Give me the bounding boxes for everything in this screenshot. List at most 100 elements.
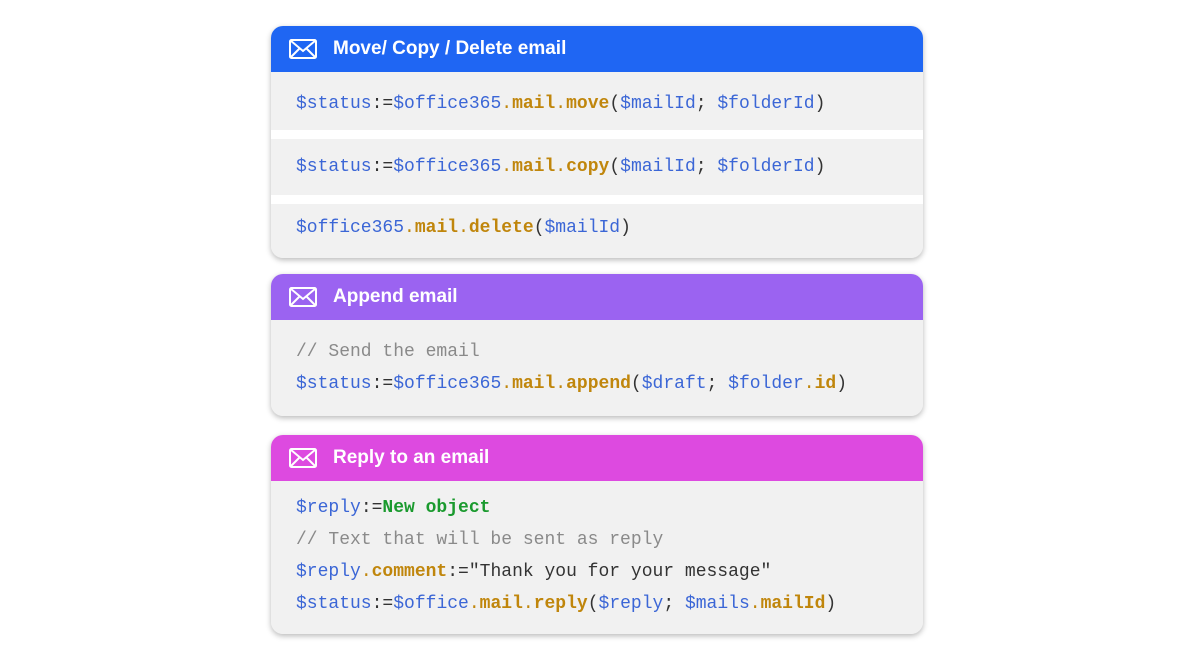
code-token: delete <box>468 218 534 238</box>
code-line: $status:=$office.mail.reply($reply; $mai… <box>296 588 898 620</box>
code-token: append <box>566 374 631 394</box>
code-line: $status:=$office365.mail.append($draft; … <box>296 368 898 400</box>
code-token: $office <box>393 594 469 614</box>
code-body: $reply:=New object // Text that will be … <box>271 481 923 634</box>
code-token: mail <box>479 594 523 614</box>
code-token: $mails <box>684 594 750 614</box>
code-token: comment <box>371 562 448 582</box>
code-line: $reply:=New object <box>296 492 898 524</box>
code-token: $mailId <box>620 157 696 177</box>
code-token: $reply <box>296 498 361 518</box>
code-token: $status <box>296 94 372 114</box>
card-header: Move/ Copy / Delete email <box>271 26 923 72</box>
code-token: ( <box>587 594 599 614</box>
mail-envelope-icon <box>289 39 317 59</box>
code-token: id <box>814 374 837 394</box>
code-token: . <box>404 218 415 238</box>
code-token: ( <box>609 94 621 114</box>
code-token: ( <box>630 374 642 394</box>
code-token: $office365 <box>393 157 502 177</box>
code-token: := <box>447 562 469 582</box>
code-token: ( <box>609 157 621 177</box>
code-token: ; <box>695 94 718 114</box>
code-token: := <box>371 157 394 177</box>
code-token: := <box>371 94 394 114</box>
code-token: move <box>566 94 610 114</box>
code-token: . <box>555 94 567 114</box>
code-token: := <box>371 374 394 394</box>
append-email-card: Append email // Send the email $status:=… <box>271 274 923 416</box>
code-block: $office365.mail.delete($mailId) <box>271 204 923 258</box>
code-token: . <box>501 157 513 177</box>
code-token: $draft <box>641 374 707 394</box>
code-token: mail <box>512 374 556 394</box>
code-token: := <box>371 594 394 614</box>
code-token: $folderId <box>717 94 815 114</box>
code-token: . <box>501 374 513 394</box>
code-token: $mailId <box>544 218 621 238</box>
code-token: mail <box>414 218 459 238</box>
code-token: . <box>360 562 372 582</box>
code-line: $reply.comment:="Thank you for your mess… <box>296 556 898 588</box>
code-token: . <box>501 94 513 114</box>
code-line: $status:=$office365.mail.move($mailId; $… <box>296 88 898 120</box>
code-token: $reply <box>296 562 361 582</box>
card-title: Reply to an email <box>333 447 490 468</box>
code-token: mail <box>512 94 556 114</box>
code-token: $status <box>296 374 372 394</box>
code-token: . <box>468 594 480 614</box>
code-token: $status <box>296 594 372 614</box>
block-divider <box>271 130 923 139</box>
code-token: ; <box>706 374 729 394</box>
code-token: . <box>803 374 815 394</box>
code-block: // Send the email $status:=$office365.ma… <box>271 320 923 416</box>
mail-envelope-icon <box>289 448 317 468</box>
code-token: . <box>458 218 469 238</box>
code-token: ; <box>695 157 718 177</box>
move-copy-delete-card: Move/ Copy / Delete email $status:=$offi… <box>271 26 923 258</box>
code-line: $office365.mail.delete($mailId) <box>296 212 898 244</box>
code-token: ) <box>620 218 631 238</box>
code-token: mailId <box>760 594 826 614</box>
code-line: $status:=$office365.mail.copy($mailId; $… <box>296 151 898 183</box>
code-token: ) <box>814 157 826 177</box>
code-token: // Send the email <box>296 342 480 362</box>
code-token: . <box>522 594 534 614</box>
block-divider <box>271 195 923 204</box>
code-token: copy <box>566 157 610 177</box>
code-body: // Send the email $status:=$office365.ma… <box>271 320 923 416</box>
code-token: := <box>360 498 383 518</box>
code-block: $reply:=New object // Text that will be … <box>271 481 923 634</box>
code-token: mail <box>512 157 556 177</box>
code-token: $office365 <box>393 94 502 114</box>
card-header: Append email <box>271 274 923 320</box>
code-token: $office365 <box>393 374 502 394</box>
code-token: ) <box>825 594 837 614</box>
mail-envelope-icon <box>289 287 317 307</box>
code-token: $folderId <box>717 157 815 177</box>
code-token: "Thank you for your message" <box>468 562 772 582</box>
code-block: $status:=$office365.mail.move($mailId; $… <box>271 72 923 130</box>
code-body: $status:=$office365.mail.move($mailId; $… <box>271 72 923 258</box>
code-token: . <box>555 374 567 394</box>
code-comment-line: // Send the email <box>296 336 898 368</box>
code-token: ) <box>814 94 826 114</box>
code-token: . <box>749 594 761 614</box>
code-token: $office365 <box>296 218 405 238</box>
card-title: Append email <box>333 286 458 307</box>
code-token: . <box>555 157 567 177</box>
code-token: New object <box>382 498 491 518</box>
code-token: ( <box>533 218 545 238</box>
code-comment-line: // Text that will be sent as reply <box>296 524 898 556</box>
code-token: ; <box>663 594 685 614</box>
code-token: $folder <box>728 374 804 394</box>
reply-email-card: Reply to an email $reply:=New object // … <box>271 435 923 634</box>
code-token: $status <box>296 157 372 177</box>
code-block: $status:=$office365.mail.copy($mailId; $… <box>271 139 923 195</box>
card-title: Move/ Copy / Delete email <box>333 38 567 59</box>
code-token: // Text that will be sent as reply <box>296 530 664 550</box>
code-token: $mailId <box>620 94 696 114</box>
code-token: $reply <box>598 594 664 614</box>
code-token: ) <box>836 374 848 394</box>
card-header: Reply to an email <box>271 435 923 481</box>
